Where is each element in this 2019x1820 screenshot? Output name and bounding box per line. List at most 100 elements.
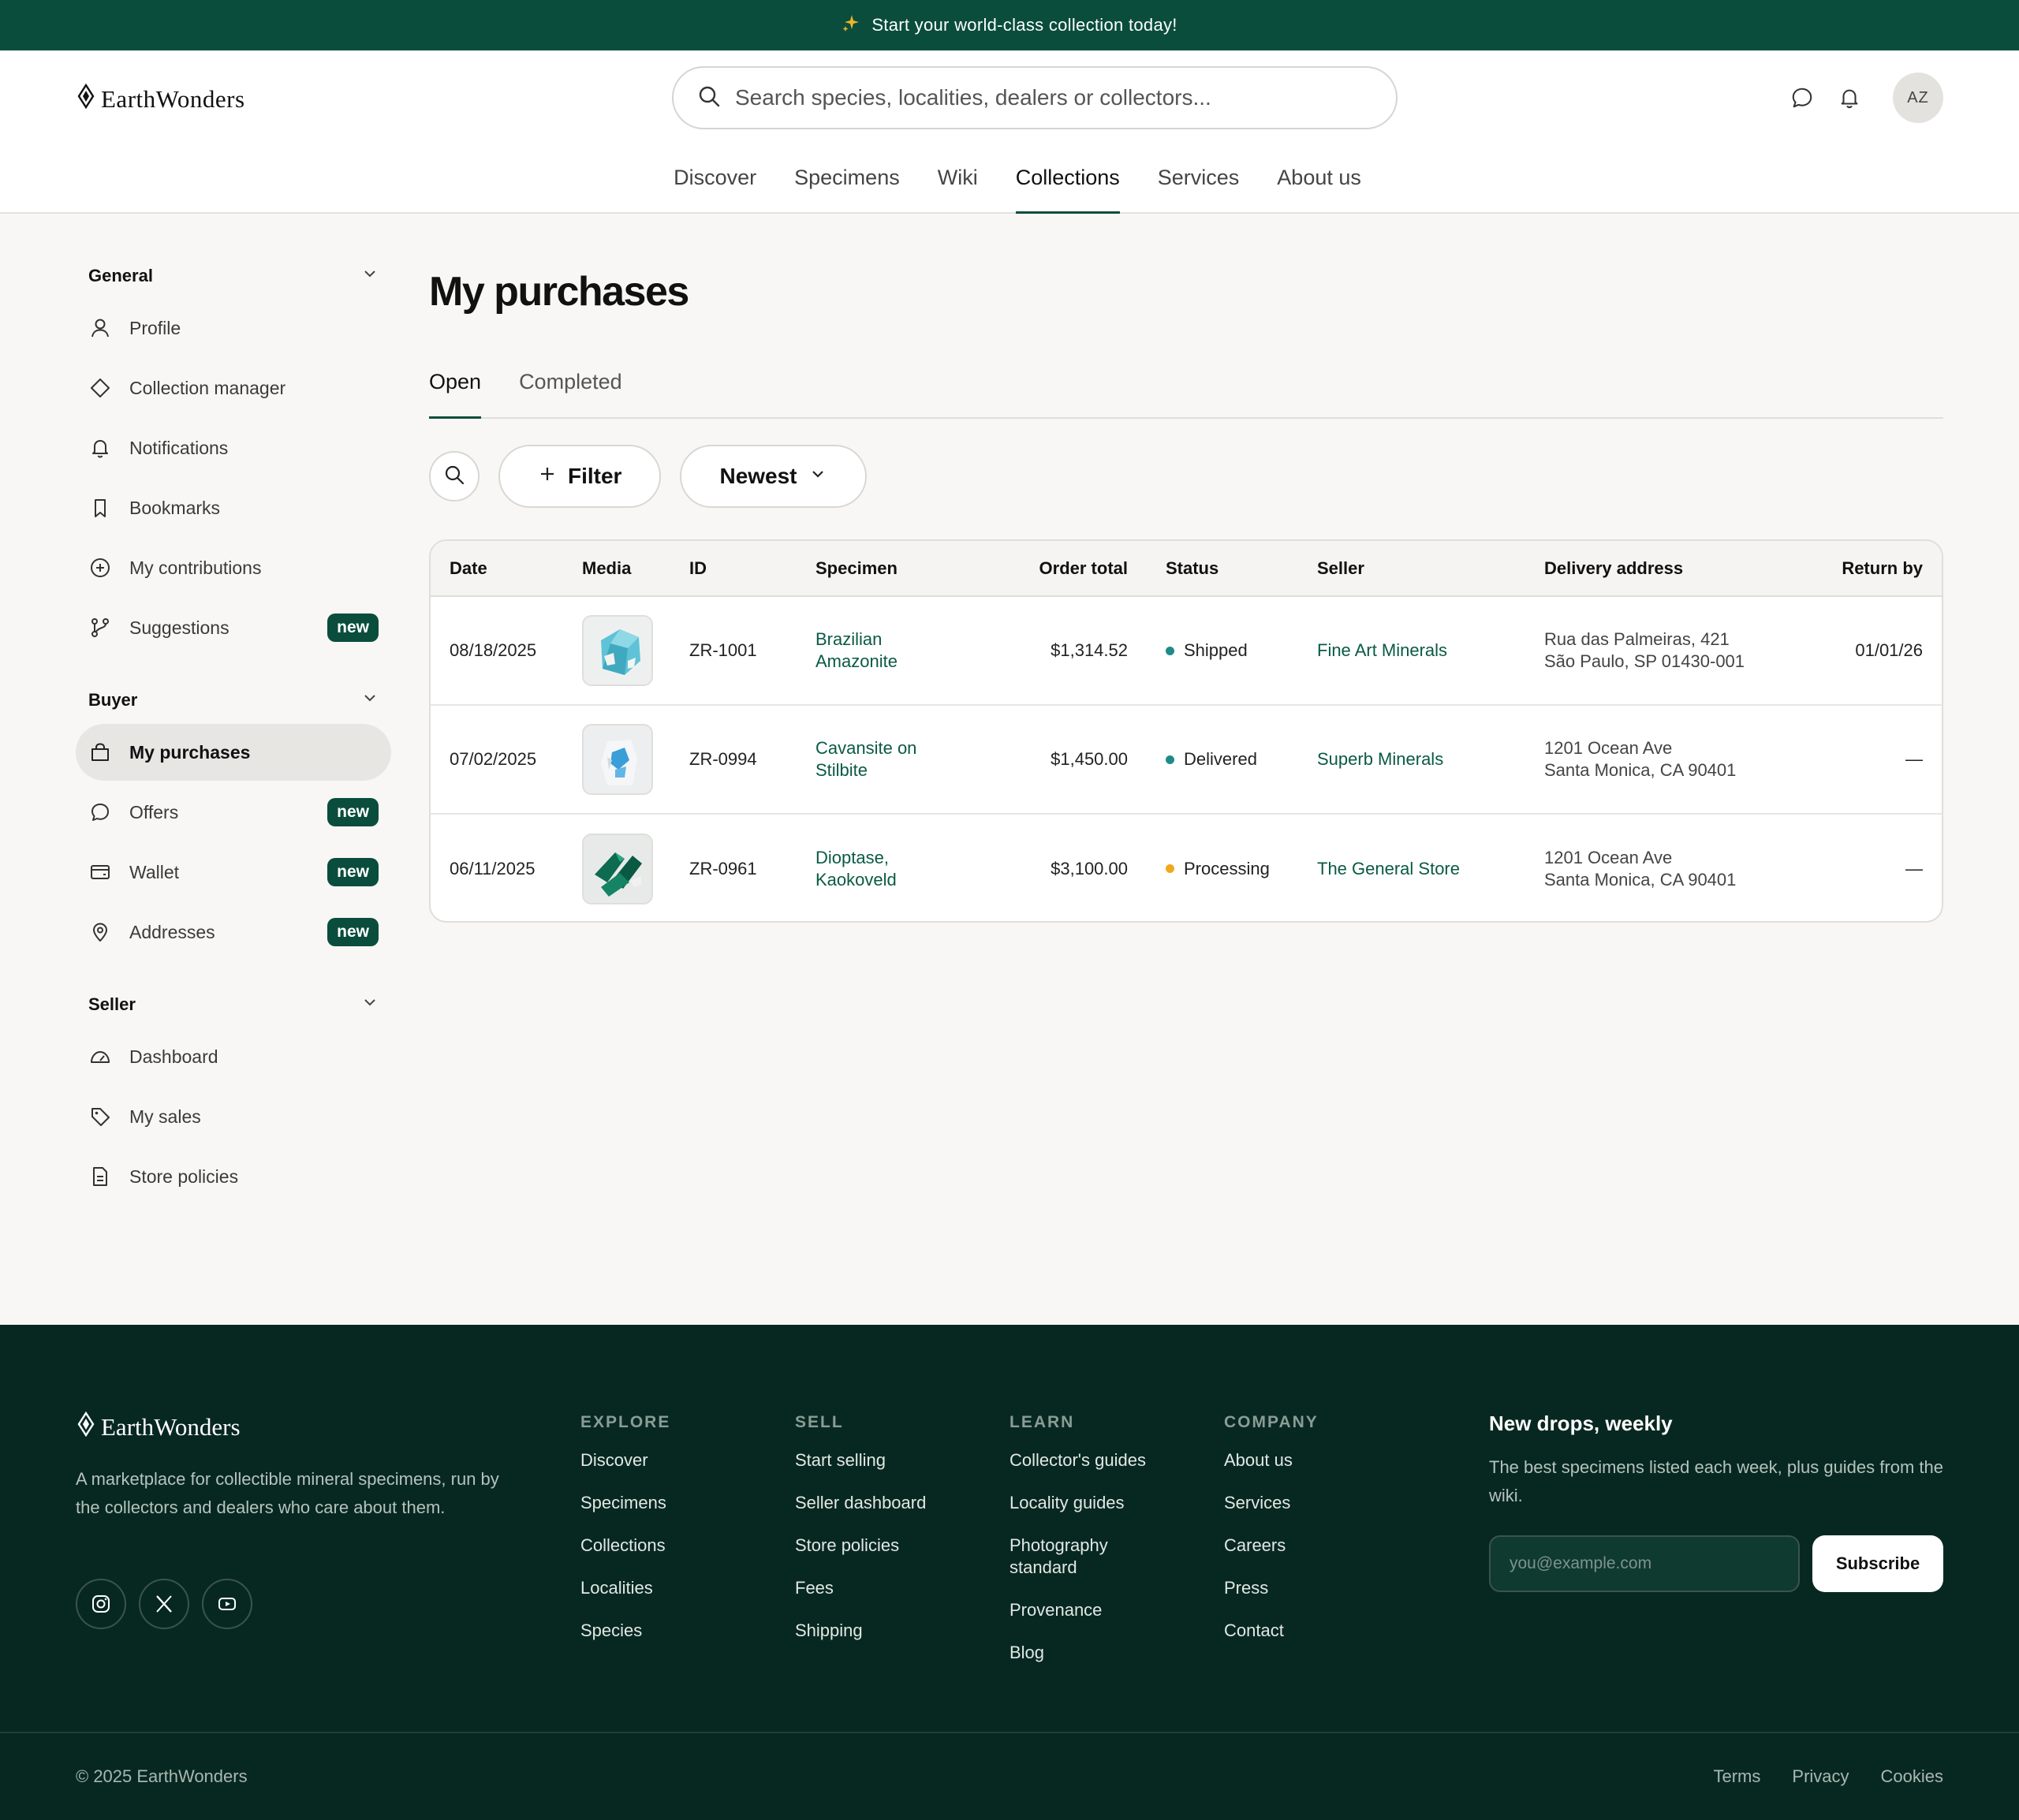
sidebar-item-wallet[interactable]: Wallet new [76, 844, 391, 901]
specimen-thumbnail[interactable] [582, 833, 653, 904]
global-search[interactable] [672, 66, 1398, 129]
specimen-thumbnail[interactable] [582, 615, 653, 686]
table-row[interactable]: 07/02/2025 ZR-0994 Cavansite on Stilbite… [431, 705, 1942, 815]
col-return-by[interactable]: Return by [1825, 541, 1942, 597]
new-badge: new [327, 918, 379, 946]
footer-col-title: COMPANY [1224, 1413, 1319, 1431]
footer-link[interactable]: Locality guides [1010, 1492, 1167, 1514]
newsletter-text: The best specimens listed each week, plu… [1489, 1457, 1943, 1505]
specimen-thumbnail[interactable] [582, 724, 653, 795]
specimen-link[interactable]: Brazilian Amazonite [815, 628, 942, 673]
sidebar-item-bookmarks[interactable]: Bookmarks [76, 479, 391, 536]
x-twitter-icon[interactable] [139, 1579, 189, 1629]
cell-date: 06/11/2025 [450, 858, 536, 878]
sidebar-item-label: Collection manager [129, 377, 286, 398]
sidebar-item-my-sales[interactable]: My sales [76, 1088, 391, 1145]
footer-link[interactable]: Species [580, 1620, 770, 1642]
status-dot [1166, 646, 1174, 655]
tab-completed[interactable]: Completed [519, 367, 622, 419]
col-status[interactable]: Status [1166, 541, 1317, 597]
table-row[interactable]: 08/18/2025 ZR-1001 Brazilian Amazonite $… [431, 596, 1942, 706]
specimen-link[interactable]: Cavansite on Stilbite [815, 737, 942, 781]
terms-link[interactable]: Terms [1714, 1766, 1761, 1787]
footer-link[interactable]: Localities [580, 1577, 770, 1599]
footer-link[interactable]: Press [1224, 1577, 1413, 1599]
footer-link[interactable]: Collector's guides [1010, 1449, 1167, 1471]
sidebar-item-dashboard[interactable]: Dashboard [76, 1028, 391, 1085]
messages-icon[interactable] [1789, 84, 1816, 111]
brand-logo[interactable]: EarthWonders [76, 83, 245, 115]
sort-dropdown[interactable]: Newest [680, 445, 867, 508]
sidebar-group-general[interactable]: General [76, 252, 391, 300]
col-specimen[interactable]: Specimen [815, 541, 989, 597]
sidebar-group-buyer[interactable]: Buyer [76, 677, 391, 724]
document-icon [88, 1165, 112, 1188]
specimen-link[interactable]: Dioptase, Kaokoveld [815, 847, 942, 891]
email-field[interactable] [1489, 1535, 1800, 1592]
footer-link[interactable]: Seller dashboard [795, 1492, 984, 1514]
seller-link[interactable]: Fine Art Minerals [1317, 640, 1447, 660]
status-badge: Shipped [1166, 640, 1317, 661]
footer-link[interactable]: Photography standard [1010, 1535, 1167, 1579]
col-order-total[interactable]: Order total [989, 541, 1166, 597]
sidebar-group-seller[interactable]: Seller [76, 981, 391, 1028]
status-text: Delivered [1184, 749, 1257, 769]
user-avatar[interactable]: AZ [1893, 73, 1943, 123]
footer-link[interactable]: Blog [1010, 1642, 1167, 1664]
nav-services[interactable]: Services [1158, 161, 1240, 214]
brand-name: EarthWonders [101, 85, 245, 113]
tab-open[interactable]: Open [429, 367, 482, 419]
nav-wiki[interactable]: Wiki [938, 161, 978, 214]
footer-link[interactable]: Discover [580, 1449, 770, 1471]
cookies-link[interactable]: Cookies [1881, 1766, 1943, 1787]
shopping-bag-icon [88, 740, 112, 764]
footer-link[interactable]: Contact [1224, 1620, 1413, 1642]
nav-about-us[interactable]: About us [1277, 161, 1361, 214]
sidebar-item-suggestions[interactable]: Suggestions new [76, 599, 391, 656]
sidebar-item-store-policies[interactable]: Store policies [76, 1148, 391, 1205]
sidebar-item-profile[interactable]: Profile [76, 300, 391, 356]
footer-link[interactable]: Start selling [795, 1449, 984, 1471]
footer-link[interactable]: Store policies [795, 1535, 984, 1557]
footer-logo[interactable]: EarthWonders [76, 1411, 241, 1443]
col-id[interactable]: ID [689, 541, 815, 597]
subscribe-button[interactable]: Subscribe [1812, 1535, 1943, 1592]
table-search-button[interactable] [429, 451, 480, 502]
address-line-2: São Paulo, SP 01430-001 [1544, 651, 1745, 671]
seller-link[interactable]: The General Store [1317, 859, 1460, 878]
footer-link[interactable]: Services [1224, 1492, 1413, 1514]
sidebar-item-offers[interactable]: Offers new [76, 784, 391, 841]
footer-link[interactable]: Provenance [1010, 1599, 1167, 1621]
search-input[interactable] [735, 85, 1382, 110]
table-row[interactable]: 06/11/2025 ZR-0961 Dioptase, Kaokoveld $… [431, 814, 1942, 921]
sidebar-item-collection-manager[interactable]: Collection manager [76, 360, 391, 416]
seller-link[interactable]: Superb Minerals [1317, 749, 1443, 769]
bell-icon[interactable] [1836, 84, 1863, 111]
cell-order-total: $1,450.00 [989, 705, 1166, 815]
privacy-link[interactable]: Privacy [1792, 1766, 1849, 1787]
footer-link[interactable]: Careers [1224, 1535, 1413, 1557]
address-line-2: Santa Monica, CA 90401 [1544, 760, 1737, 780]
sidebar-item-label: Wallet [129, 861, 180, 882]
footer-link[interactable]: Fees [795, 1577, 984, 1599]
col-date[interactable]: Date [431, 541, 582, 597]
instagram-icon[interactable] [76, 1579, 126, 1629]
sidebar-item-my-contributions[interactable]: My contributions [76, 539, 391, 596]
sidebar-item-notifications[interactable]: Notifications [76, 420, 391, 476]
nav-discover[interactable]: Discover [674, 161, 756, 214]
filter-button[interactable]: Filter [498, 445, 662, 508]
footer-link[interactable]: Shipping [795, 1620, 984, 1642]
footer-link[interactable]: About us [1224, 1449, 1413, 1471]
sidebar-item-label: Store policies [129, 1165, 239, 1187]
sidebar-item-my-purchases[interactable]: My purchases [76, 724, 391, 781]
col-seller[interactable]: Seller [1317, 541, 1544, 597]
footer-tagline: A marketplace for collectible mineral sp… [76, 1469, 499, 1517]
nav-collections[interactable]: Collections [1015, 161, 1120, 214]
nav-specimens[interactable]: Specimens [794, 161, 900, 214]
wallet-icon [88, 860, 112, 884]
header-actions: AZ [1789, 73, 1943, 123]
footer-link[interactable]: Collections [580, 1535, 770, 1557]
sidebar-item-addresses[interactable]: Addresses new [76, 904, 391, 960]
youtube-icon[interactable] [202, 1579, 252, 1629]
footer-link[interactable]: Specimens [580, 1492, 770, 1514]
